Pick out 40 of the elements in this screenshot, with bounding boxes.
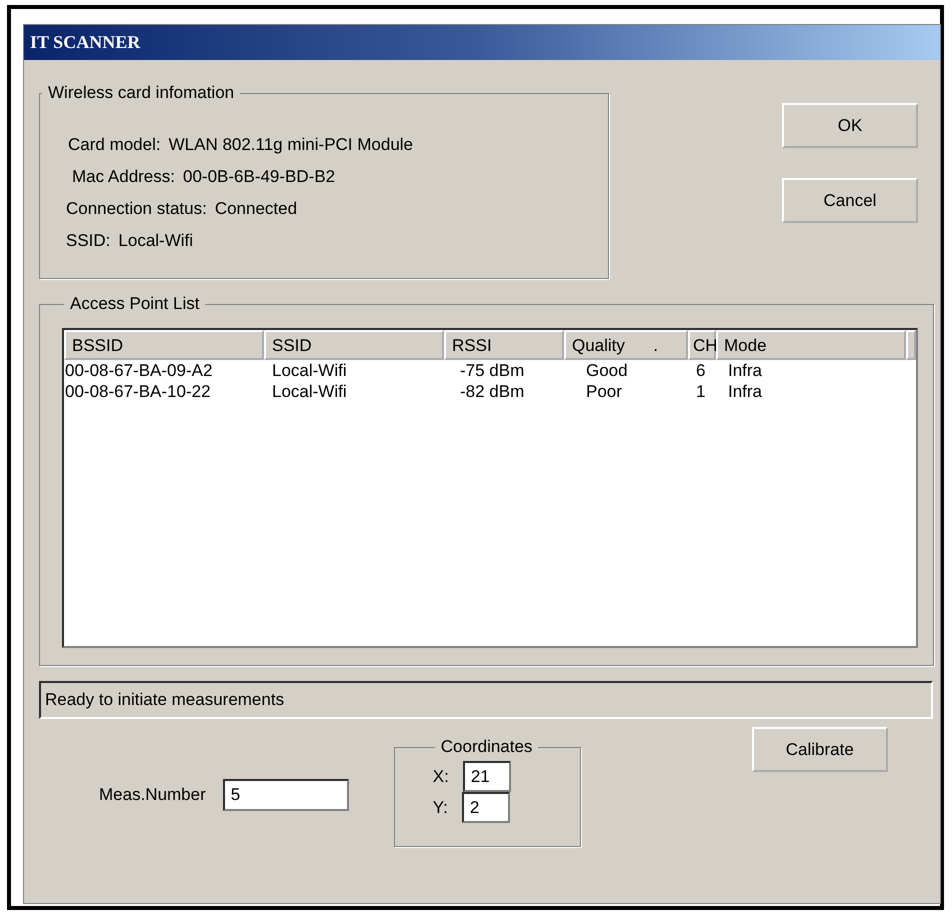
calibrate-button[interactable]: Calibrate: [752, 727, 888, 772]
status-bar: Ready to initiate measurements: [39, 681, 933, 719]
table-cell-text: Local-Wifi: [271, 381, 348, 402]
dialog-button[interactable]: Cancel: [782, 178, 918, 223]
input-field[interactable]: 21: [462, 761, 511, 792]
column-header[interactable]: CH: [688, 330, 716, 360]
info-label: SSID:: [66, 231, 110, 251]
table-cell-text: Good: [585, 360, 629, 381]
table-cell-text: 6: [695, 360, 706, 381]
info-value: Connected: [214, 199, 298, 219]
field-label: Meas.Number: [99, 785, 206, 805]
table-cell-text: Infra: [727, 360, 764, 381]
field-label: X:: [432, 766, 449, 786]
table-cell-text: -82 dBm: [459, 381, 526, 402]
column-header[interactable]: RSSI: [444, 330, 564, 360]
table-cell-text: Poor: [585, 381, 623, 402]
column-header[interactable]: Mode: [716, 330, 906, 360]
info-value: WLAN 802.11g mini-PCI Module: [168, 135, 414, 155]
column-header[interactable]: BSSID: [64, 330, 264, 360]
group-title: Access Point List: [69, 294, 200, 314]
window-title: IT SCANNER: [30, 32, 140, 53]
group-title: Wireless card infomation: [47, 83, 236, 103]
column-header[interactable]: SSID: [264, 330, 444, 360]
info-value: 00-0B-6B-49-BD-B2: [183, 167, 336, 187]
table-cell-text: 1: [695, 381, 706, 402]
input-field[interactable]: 2: [462, 792, 510, 823]
info-value: Local-Wifi: [118, 231, 194, 251]
table-cell-text: -75 dBm: [459, 360, 526, 381]
column-header[interactable]: Quality .: [564, 330, 688, 360]
group-title: Coordinates: [440, 737, 534, 757]
table-cell-text: Local-Wifi: [271, 360, 348, 381]
info-label: Card model:: [68, 135, 161, 155]
info-label: Mac Address:: [72, 167, 175, 187]
info-label: Connection status:: [66, 199, 207, 219]
dialog-button[interactable]: OK: [782, 103, 918, 148]
input-field[interactable]: 5: [222, 779, 349, 811]
table-cell-text: 00-08-67-BA-09-A2: [64, 360, 214, 381]
table-cell-text: 00-08-67-BA-10-22: [64, 381, 212, 402]
table-cell-text: Infra: [727, 381, 764, 402]
field-label: Y:: [432, 798, 448, 818]
